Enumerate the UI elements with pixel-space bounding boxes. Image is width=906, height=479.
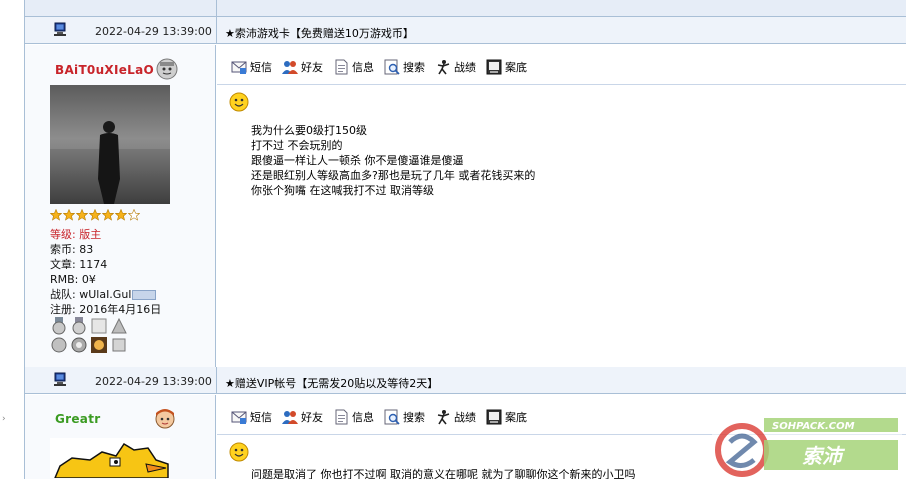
team-badge-icon (131, 290, 156, 300)
content-line: 打不过 不会玩别的 (251, 139, 343, 152)
case-record-button[interactable]: 案底 (486, 58, 527, 76)
user-articles-row: 文章: 1174 (50, 258, 108, 271)
smiley-icon (229, 92, 249, 112)
star-filled-icon (63, 209, 75, 221)
post-content: 我为什么要0级打150级 打不过 不会玩别的 跟傻逼一样让人一顿杀 你不是傻逼谁… (251, 123, 535, 198)
user-rating (50, 209, 160, 221)
medal-icon (52, 317, 66, 335)
add-friend-button[interactable]: 好友 (282, 58, 323, 76)
content-line: 问题是取消了 你也打不过啊 取消的意义在哪呢 就为了聊聊你这个新来的小卫吗 (251, 468, 636, 479)
post-title[interactable]: ★赠送VIP帐号【无需发20贴以及等待2天】 (225, 375, 438, 391)
case-record-button[interactable]: 案底 (486, 408, 527, 426)
medal-icon (112, 338, 126, 352)
case-file-icon (486, 59, 502, 75)
forum-thread: 2022-04-29 13:39:00 ★索沛游戏卡【免费赠送10万游戏币】 B… (24, 0, 906, 479)
watermark-text: SOHPACK.COM (772, 421, 855, 432)
friends-icon (282, 411, 298, 424)
content-line: 你张个狗嘴 在这喊我打不过 取消等级 (251, 184, 434, 197)
user-rmb-row: RMB: 0¥ (50, 273, 96, 286)
user-articles: 1174 (79, 258, 108, 271)
search-button[interactable]: 搜索 (384, 408, 425, 426)
post-title[interactable]: ★索沛游戏卡【免费赠送10万游戏币】 (225, 25, 414, 41)
avatar[interactable] (50, 85, 170, 204)
post-2-header: 2022-04-29 13:39:00 ★赠送VIP帐号【无需发20贴以及等待2… (25, 367, 906, 394)
soldier-icon (437, 60, 450, 75)
user-level-row: 等级: 版主 (50, 228, 102, 241)
user-registered-row: 注册: 2016年4月16日 (50, 303, 162, 316)
online-status-face-icon (156, 58, 178, 80)
add-friend-button[interactable]: 好友 (282, 408, 323, 426)
user-registered: 2016年4月16日 (79, 303, 162, 316)
user-coins-row: 索币: 83 (50, 243, 94, 256)
top-divider-row (25, 0, 906, 17)
user-team[interactable]: wUlaI.GuI (79, 288, 131, 301)
star-filled-icon (76, 209, 88, 221)
user-medals (50, 317, 130, 355)
post-date: 2022-04-29 13:39:00 (95, 375, 212, 388)
user-coins: 83 (79, 243, 94, 256)
post-toolbar: 短信 好友 信息 搜索 战绩 案底 (231, 408, 527, 426)
star-filled-icon (50, 209, 62, 221)
medal-icon (111, 317, 127, 334)
user-rmb: 0¥ (81, 273, 96, 286)
document-icon (335, 59, 348, 75)
message-button[interactable]: 短信 (231, 58, 272, 76)
profile-info-button[interactable]: 信息 (333, 58, 374, 76)
soldier-icon (437, 410, 450, 425)
content-line: 还是眼红别人等级高血多?那也是玩了几年 或者花钱买来的 (251, 169, 536, 182)
computer-icon (54, 372, 66, 386)
star-filled-icon (102, 209, 114, 221)
online-status-face-icon (155, 409, 175, 429)
smiley-icon (229, 442, 249, 462)
post-date: 2022-04-29 13:39:00 (95, 25, 212, 38)
medal-icon (71, 337, 87, 353)
computer-icon (54, 22, 66, 36)
content-line: 我为什么要0级打150级 (251, 124, 367, 137)
search-button[interactable]: 搜索 (384, 58, 425, 76)
message-button[interactable]: 短信 (231, 408, 272, 426)
star-empty-icon (128, 209, 140, 221)
post-content: 问题是取消了 你也打不过啊 取消的意义在哪呢 就为了聊聊你这个新来的小卫吗 (251, 467, 636, 479)
user-level: 版主 (79, 228, 102, 241)
toolbar-divider (217, 84, 906, 85)
user-pane: Greatr (25, 395, 216, 479)
user-info: 等级: 版主 索币: 83 文章: 1174 RMB: 0¥ 战队: wUlaI… (50, 227, 161, 317)
battle-record-button[interactable]: 战绩 (435, 58, 476, 76)
post-1: 2022-04-29 13:39:00 ★索沛游戏卡【免费赠送10万游戏币】 B… (25, 17, 906, 367)
medal-icon (51, 337, 67, 353)
medal-icon (91, 337, 107, 353)
search-icon (384, 409, 400, 425)
document-icon (335, 409, 348, 425)
gutter-arrow-icon: › (2, 414, 6, 424)
post-body: 短信 好友 信息 搜索 战绩 (217, 45, 906, 367)
profile-info-button[interactable]: 信息 (333, 408, 374, 426)
envelope-icon (231, 411, 247, 424)
watermark-subtext: 索沛 (802, 444, 846, 468)
avatar[interactable] (50, 438, 170, 478)
post-toolbar: 短信 好友 信息 搜索 战绩 案底 (231, 58, 527, 76)
left-gutter: › (0, 0, 24, 479)
friends-icon (282, 61, 298, 74)
medal-icon (91, 318, 107, 334)
battle-record-button[interactable]: 战绩 (435, 408, 476, 426)
case-file-icon (486, 409, 502, 425)
username[interactable]: Greatr (55, 412, 100, 426)
avatar-silhouette (98, 121, 120, 204)
envelope-icon (231, 61, 247, 74)
username[interactable]: BAiT0uXIeLaO (55, 63, 154, 77)
sohpack-watermark-logo: SOHPACK.COM 索沛 (712, 412, 902, 479)
user-pane: BAiT0uXIeLaO 等级: 版主 索币: 83 文章: 1174 RMB:… (25, 45, 216, 367)
content-line: 跟傻逼一样让人一顿杀 你不是傻逼谁是傻逼 (251, 154, 464, 167)
post-1-header: 2022-04-29 13:39:00 ★索沛游戏卡【免费赠送10万游戏币】 (25, 17, 906, 44)
star-filled-icon (89, 209, 101, 221)
star-filled-icon (115, 209, 127, 221)
medal-icon (72, 317, 86, 335)
user-team-row: 战队: wUlaI.GuI (50, 287, 161, 302)
search-icon (384, 59, 400, 75)
